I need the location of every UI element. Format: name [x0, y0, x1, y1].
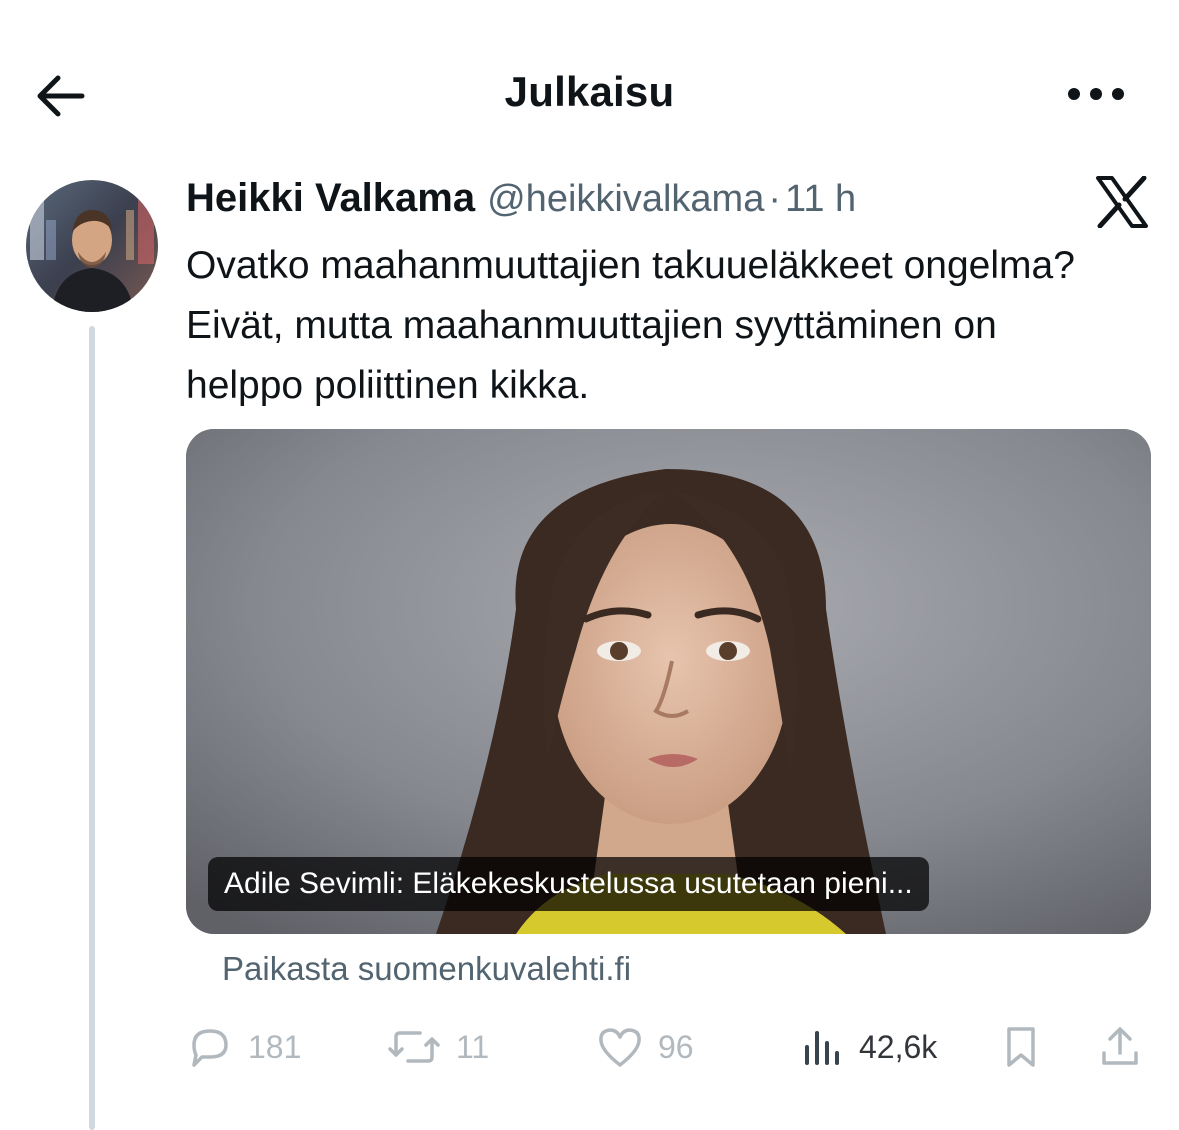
like-button[interactable]: 96 [596, 1012, 694, 1082]
x-logo-icon [1096, 175, 1148, 229]
reply-button[interactable]: 181 [186, 1012, 301, 1082]
author-handle[interactable]: @heikkivalkama [487, 178, 764, 220]
avatar-photo [26, 180, 158, 312]
views-chart-icon [805, 1031, 839, 1065]
link-card-title: Adile Sevimli: Eläkekeskustelussa usutet… [208, 857, 929, 911]
post-time[interactable]: 11 h [785, 178, 856, 220]
reply-count: 181 [248, 1028, 302, 1065]
link-card[interactable]: Adile Sevimli: Eläkekeskustelussa usutet… [186, 429, 1151, 934]
share-button[interactable] [1098, 1012, 1142, 1082]
bookmark-icon [1007, 1027, 1035, 1067]
repost-icon [388, 1031, 440, 1063]
author-name[interactable]: Heikki Valkama [186, 176, 475, 220]
more-options-button[interactable] [1064, 80, 1128, 108]
repost-button[interactable]: 11 [386, 1012, 489, 1082]
views-button[interactable]: 42,6k [801, 1012, 937, 1082]
share-icon [1102, 1027, 1138, 1065]
author-avatar[interactable] [26, 180, 158, 312]
separator-dot: · [768, 178, 781, 220]
top-bar: Julkaisu [0, 0, 1179, 190]
link-card-source[interactable]: Paikasta suomenkuvalehti.fi [222, 950, 631, 988]
more-horizontal-icon [1068, 88, 1124, 100]
views-count: 42,6k [859, 1028, 938, 1065]
platform-logo [1094, 175, 1150, 229]
action-bar: 181 11 96 42,6k [186, 1012, 1151, 1082]
thread-line [89, 326, 95, 1130]
author-row: Heikki Valkama @heikkivalkama · 11 h [186, 176, 856, 226]
bookmark-button[interactable] [1001, 1012, 1041, 1082]
post-text: Ovatko maahanmuuttajien takuueläkkeet on… [186, 244, 1075, 407]
page-title: Julkaisu [504, 68, 675, 115]
like-count: 96 [658, 1028, 694, 1065]
repost-count: 11 [456, 1028, 490, 1065]
heart-icon [599, 1028, 641, 1067]
reply-icon [192, 1029, 228, 1067]
